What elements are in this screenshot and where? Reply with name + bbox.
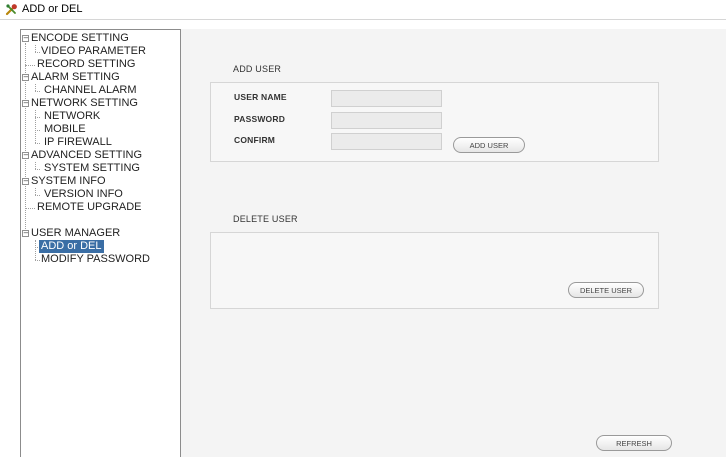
tree-item-label: MODIFY PASSWORD bbox=[41, 253, 150, 265]
tree-item-label: ADVANCED SETTING bbox=[31, 149, 143, 161]
tree-connector bbox=[35, 260, 40, 261]
window-title: ADD or DEL bbox=[22, 3, 83, 15]
tree-connector bbox=[35, 45, 36, 52]
settings-tree[interactable]: − − − − − − ENCODE SETTING VIDEO PARAMET… bbox=[20, 29, 181, 457]
delete-user-box: DELETE USER bbox=[210, 232, 659, 309]
add-user-box: USER NAME PASSWORD CONFIRM ADD USER bbox=[210, 82, 659, 162]
tree-connector bbox=[35, 143, 40, 144]
content-panel: ADD USER USER NAME PASSWORD CONFIRM ADD … bbox=[181, 29, 726, 457]
tree-connector bbox=[35, 240, 36, 260]
tree-connector bbox=[35, 130, 40, 131]
tree-connector bbox=[35, 91, 40, 92]
tree-connector bbox=[25, 208, 35, 209]
collapse-icon[interactable]: − bbox=[22, 100, 29, 107]
tree-item-label: ADD or DEL bbox=[39, 240, 104, 253]
tree-item-label: CHANNEL ALARM bbox=[44, 84, 137, 96]
tree-connector bbox=[25, 43, 26, 233]
delete-user-button[interactable]: DELETE USER bbox=[568, 282, 644, 298]
tree-item-label: NETWORK bbox=[44, 110, 101, 122]
tree-connector bbox=[35, 188, 36, 195]
add-user-title: ADD USER bbox=[233, 64, 282, 74]
window-title-bar: ADD or DEL bbox=[0, 0, 726, 20]
tree-item-label: VIDEO PARAMETER bbox=[41, 45, 146, 57]
username-input[interactable] bbox=[331, 90, 442, 107]
tree-connector bbox=[35, 52, 40, 53]
tree-connector bbox=[25, 65, 35, 66]
tree-item-label: REMOTE UPGRADE bbox=[37, 201, 142, 213]
tree-connector bbox=[35, 162, 36, 169]
collapse-icon[interactable]: − bbox=[22, 230, 29, 237]
confirm-label: CONFIRM bbox=[234, 135, 276, 145]
tree-item-label: MOBILE bbox=[44, 123, 86, 135]
tree-item-label: RECORD SETTING bbox=[37, 58, 136, 70]
tree-item-label: SYSTEM INFO bbox=[31, 175, 106, 187]
collapse-icon[interactable]: − bbox=[22, 74, 29, 81]
tree-item-label: SYSTEM SETTING bbox=[44, 162, 140, 174]
delete-user-title: DELETE USER bbox=[233, 214, 298, 224]
refresh-button[interactable]: REFRESH bbox=[596, 435, 672, 451]
confirm-input[interactable] bbox=[331, 133, 442, 150]
tree-item-label: NETWORK SETTING bbox=[31, 97, 138, 109]
tree-connector bbox=[35, 110, 36, 143]
tree-connector bbox=[35, 84, 36, 91]
tree-item-label: USER MANAGER bbox=[31, 227, 121, 239]
password-label: PASSWORD bbox=[234, 114, 286, 124]
tree-item-label: ENCODE SETTING bbox=[31, 32, 129, 44]
username-label: USER NAME bbox=[234, 92, 287, 102]
add-user-button[interactable]: ADD USER bbox=[453, 137, 525, 153]
tree-item-label: VERSION INFO bbox=[44, 188, 123, 200]
tree-connector bbox=[35, 169, 40, 170]
collapse-icon[interactable]: − bbox=[22, 178, 29, 185]
collapse-icon[interactable]: − bbox=[22, 35, 29, 42]
tree-connector bbox=[35, 195, 40, 196]
collapse-icon[interactable]: − bbox=[22, 152, 29, 159]
password-input[interactable] bbox=[331, 112, 442, 129]
tools-icon bbox=[5, 4, 17, 16]
tree-connector bbox=[35, 117, 40, 118]
tree-item-label: ALARM SETTING bbox=[31, 71, 120, 83]
tree-item-label: IP FIREWALL bbox=[44, 136, 112, 148]
